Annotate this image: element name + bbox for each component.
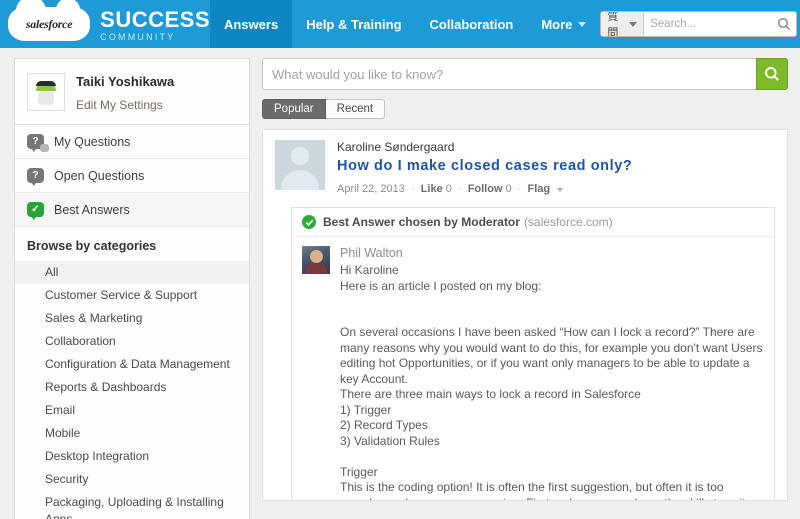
search-scope-dropdown[interactable]: 質問 xyxy=(601,11,645,37)
sidebar: Taiki Yoshikawa Edit My Settings ? My Qu… xyxy=(14,58,250,519)
question-date: April 22, 2013 xyxy=(337,183,405,195)
sidebar-category-configuration-data-management[interactable]: Configuration & Data Management xyxy=(15,353,249,376)
check-circle-icon xyxy=(302,215,316,229)
sidebar-item-best-answers-label: Best Answers xyxy=(54,202,130,217)
best-answer-label: Best Answer chosen by Moderator xyxy=(323,215,520,229)
nav-item-collaboration[interactable]: Collaboration xyxy=(416,0,528,48)
search-icon xyxy=(777,17,791,31)
answer-author[interactable]: Phil Walton xyxy=(340,246,764,260)
avatar xyxy=(27,73,65,111)
tab-recent[interactable]: Recent xyxy=(325,99,386,119)
salesforce-cloud-logo-icon: salesforce xyxy=(8,0,91,41)
ask-question-search xyxy=(262,58,788,90)
community-title-sub: COMMUNITY xyxy=(100,31,176,42)
sidebar-category-security[interactable]: Security xyxy=(15,468,249,491)
best-answer-banner: Best Answer chosen by Moderator (salesfo… xyxy=(292,208,774,237)
browse-by-categories-heading: Browse by categories xyxy=(27,239,157,253)
sidebar-category-reports-dashboards[interactable]: Reports & Dashboards xyxy=(15,376,249,399)
header-search-input[interactable] xyxy=(644,12,773,36)
best-answer-org: (salesforce.com) xyxy=(523,215,613,229)
sidebar-category-customer-service-support[interactable]: Customer Service & Support xyxy=(15,284,249,307)
page-body: Taiki Yoshikawa Edit My Settings ? My Qu… xyxy=(0,48,800,519)
chevron-down-icon xyxy=(629,21,638,27)
edit-my-settings-link[interactable]: Edit My Settings xyxy=(76,98,174,112)
question-card: Karoline Søndergaard How do I make close… xyxy=(262,129,788,501)
brand-logo[interactable]: salesforce SUCCESS COMMUNITY xyxy=(0,0,210,48)
android-avatar-icon xyxy=(35,79,57,105)
sidebar-category-mobile[interactable]: Mobile xyxy=(15,422,249,445)
like-count: 0 xyxy=(445,183,452,195)
meta-separator: · xyxy=(457,183,462,195)
header-search-group: 質問 xyxy=(600,11,797,37)
ask-question-search-button[interactable] xyxy=(756,58,788,90)
question-bubble-icon: ? xyxy=(27,134,49,152)
question-author: Karoline Søndergaard xyxy=(337,140,455,154)
nav-item-collaboration-label: Collaboration xyxy=(429,16,514,32)
nav-item-help-training[interactable]: Help & Training xyxy=(292,0,415,48)
sidebar-category-packaging-uploading-installing-apps[interactable]: Packaging, Uploading & Installing Apps xyxy=(15,491,249,519)
sidebar-item-open-questions-label: Open Questions xyxy=(54,168,145,183)
header-search-area: 質問 xyxy=(600,0,800,48)
best-answer-content: Phil Walton Hi Karoline Here is an artic… xyxy=(292,237,774,500)
question-title-link[interactable]: How do I make closed cases read only? xyxy=(337,158,775,174)
like-button[interactable]: Like xyxy=(421,183,443,195)
check-bubble-icon: ✓ xyxy=(27,202,44,220)
avatar xyxy=(275,140,325,190)
nav-item-more[interactable]: More xyxy=(527,0,600,48)
sidebar-category-collaboration[interactable]: Collaboration xyxy=(15,330,249,353)
tab-popular[interactable]: Popular xyxy=(262,99,326,119)
meta-separator: · xyxy=(410,183,415,195)
sidebar-item-best-answers[interactable]: ✓ Best Answers xyxy=(15,193,249,227)
salesforce-wordmark: salesforce xyxy=(25,16,73,31)
question-meta-row: April 22, 2013 · Like 0 · Follow 0 · Fla… xyxy=(337,183,775,195)
meta-separator: · xyxy=(517,183,522,195)
sidebar-category-sales-marketing[interactable]: Sales & Marketing xyxy=(15,307,249,330)
top-header-bar: salesforce SUCCESS COMMUNITY Answers Hel… xyxy=(0,0,800,48)
chevron-down-icon[interactable] xyxy=(557,188,564,192)
question-header: Karoline Søndergaard How do I make close… xyxy=(275,140,775,195)
community-title-main: SUCCESS xyxy=(100,6,210,32)
answer-body-text: Hi Karoline Here is an article I posted … xyxy=(340,263,763,500)
sidebar-category-desktop-integration[interactable]: Desktop Integration xyxy=(15,445,249,468)
nav-item-help-training-label: Help & Training xyxy=(306,16,402,32)
nav-item-answers-label: Answers xyxy=(224,16,279,32)
sidebar-item-open-questions[interactable]: ? Open Questions xyxy=(15,159,249,193)
user-profile-block: Taiki Yoshikawa Edit My Settings xyxy=(15,59,249,125)
community-title: SUCCESS COMMUNITY xyxy=(100,7,210,42)
header-search-button[interactable] xyxy=(772,12,796,36)
sidebar-category-all[interactable]: All xyxy=(15,261,249,284)
search-scope-label: 質問 xyxy=(607,11,619,37)
main-navigation: Answers Help & Training Collaboration Mo… xyxy=(210,0,600,48)
main-content: Popular Recent Karoline Søndergaard How … xyxy=(262,58,788,519)
ask-question-input[interactable] xyxy=(262,58,756,90)
question-bubble-icon: ? xyxy=(27,168,44,186)
follow-count: 0 xyxy=(505,183,512,195)
follow-button[interactable]: Follow xyxy=(468,183,503,195)
sidebar-item-my-questions[interactable]: ? My Questions xyxy=(15,125,249,159)
chevron-down-icon xyxy=(578,21,587,27)
sidebar-category-email[interactable]: Email xyxy=(15,399,249,422)
avatar xyxy=(302,246,330,274)
nav-item-more-label: More xyxy=(541,16,573,32)
search-icon xyxy=(765,67,779,81)
nav-item-answers[interactable]: Answers xyxy=(210,0,293,48)
sidebar-item-my-questions-label: My Questions xyxy=(54,134,131,149)
feed-sort-tabs: Popular Recent xyxy=(262,99,788,119)
user-name: Taiki Yoshikawa xyxy=(76,74,175,89)
flag-button[interactable]: Flag xyxy=(528,183,551,195)
best-answer-block: Best Answer chosen by Moderator (salesfo… xyxy=(291,207,775,500)
